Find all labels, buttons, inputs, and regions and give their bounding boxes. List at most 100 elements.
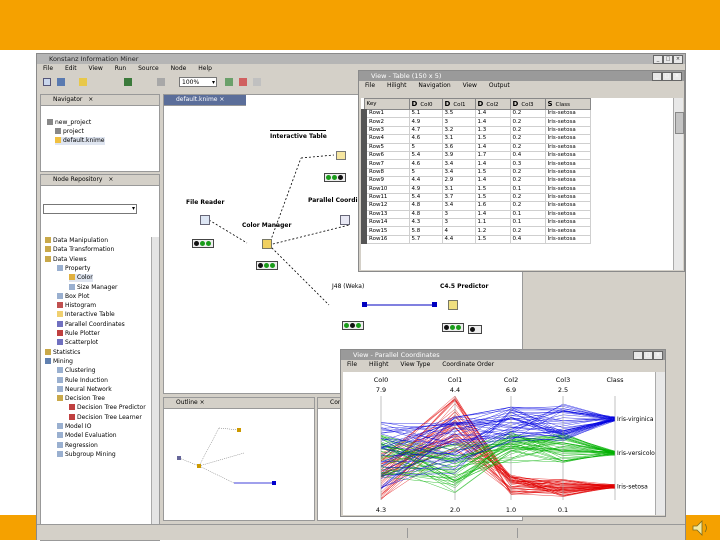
- repository-item[interactable]: Mining: [45, 357, 73, 366]
- maximize-button[interactable]: □: [643, 351, 653, 360]
- repository-item[interactable]: Data Manipulation: [45, 237, 108, 245]
- repository-item[interactable]: Statistics: [45, 348, 80, 357]
- nav-item-project[interactable]: project: [55, 128, 84, 136]
- repository-item[interactable]: Histogram: [57, 302, 96, 310]
- navigator-tab[interactable]: Navigator ×: [41, 95, 159, 106]
- table-column-header[interactable]: D Col0: [408, 98, 443, 110]
- menu-file[interactable]: File: [347, 361, 357, 368]
- undo-icon[interactable]: [157, 78, 165, 86]
- table-row[interactable]: Row9 4.4 2.9 1.4 0.2 Iris-setosa: [361, 176, 591, 186]
- repository-item[interactable]: Rule Plotter: [57, 330, 100, 338]
- repository-item[interactable]: Color: [69, 274, 93, 283]
- table-row[interactable]: Row10 4.9 3.1 1.5 0.1 Iris-setosa: [361, 184, 591, 194]
- table-row[interactable]: Row16 5.7 4.4 1.5 0.4 Iris-setosa: [361, 234, 591, 245]
- table-row[interactable]: Row4 4.6 3.1 1.5 0.2 Iris-setosa: [361, 134, 591, 144]
- repository-item[interactable]: Model IO: [57, 423, 91, 431]
- repository-item[interactable]: Parallel Coordinates: [57, 320, 125, 329]
- repository-item[interactable]: Interactive Table: [57, 311, 115, 319]
- cancel-icon[interactable]: [239, 78, 247, 86]
- plot-scrollbar[interactable]: [655, 372, 665, 515]
- node-interactive-table[interactable]: Interactive Table: [270, 130, 327, 140]
- node-predictor[interactable]: C4.5 Predictor: [440, 283, 488, 290]
- menu-node[interactable]: Node: [171, 65, 187, 72]
- parallel-coordinates-icon[interactable]: [340, 215, 350, 225]
- fit-icon[interactable]: [225, 78, 233, 86]
- nav-item-default-knime[interactable]: default.knime: [55, 137, 105, 145]
- repository-item[interactable]: Data Views: [45, 255, 87, 264]
- table-row[interactable]: Row5 5 3.6 1.4 0.2 Iris-setosa: [361, 142, 591, 152]
- run-icon[interactable]: [124, 78, 132, 86]
- open-icon[interactable]: [79, 78, 87, 86]
- repository-item[interactable]: Rule Induction: [57, 376, 108, 385]
- repository-item[interactable]: Property: [57, 264, 90, 273]
- node-file-reader[interactable]: File Reader: [186, 199, 224, 206]
- close-button[interactable]: ×: [653, 351, 663, 360]
- table-row[interactable]: Row6 5.4 3.9 1.7 0.4 Iris-setosa: [361, 150, 591, 161]
- nav-item-new-project[interactable]: new_project: [47, 119, 91, 127]
- repository-item[interactable]: Neural Network: [57, 385, 112, 394]
- menu-edit[interactable]: Edit: [65, 65, 77, 72]
- table-row[interactable]: Row15 5.8 4 1.2 0.2 Iris-setosa: [361, 226, 591, 236]
- minimize-button[interactable]: _: [633, 351, 643, 360]
- menu-file[interactable]: File: [365, 82, 375, 89]
- menu-view[interactable]: View: [463, 82, 477, 89]
- color-manager-icon[interactable]: [262, 239, 272, 249]
- table-column-header[interactable]: D Col3: [509, 98, 546, 110]
- reset-icon[interactable]: [253, 78, 261, 86]
- maximize-button[interactable]: □: [662, 72, 672, 81]
- minimize-button[interactable]: _: [652, 72, 662, 81]
- table-row[interactable]: Row3 4.7 3.2 1.3 0.2 Iris-setosa: [361, 125, 591, 136]
- table-row[interactable]: Row2 4.9 3 1.4 0.2 Iris-setosa: [361, 117, 591, 127]
- menu-file[interactable]: File: [43, 65, 53, 72]
- scrollbar-thumb[interactable]: [675, 112, 684, 134]
- menu-source[interactable]: Source: [138, 65, 159, 72]
- speaker-icon[interactable]: [685, 515, 720, 540]
- predictor-icon[interactable]: [448, 300, 458, 310]
- table-row[interactable]: Row8 5 3.4 1.5 0.2 Iris-setosa: [361, 167, 591, 178]
- repository-item[interactable]: Box Plot: [57, 292, 89, 301]
- table-row[interactable]: Row14 4.3 3 1.1 0.1 Iris-setosa: [361, 218, 591, 228]
- menu-coordinate-order[interactable]: Coordinate Order: [442, 361, 494, 368]
- repository-scrollbar[interactable]: [151, 237, 159, 537]
- table-row[interactable]: Row1 5.1 3.5 1.4 0.2 Iris-setosa: [361, 108, 591, 119]
- zoom-select[interactable]: 100% ▾: [179, 77, 217, 87]
- node-learner[interactable]: J48 (Weka): [332, 283, 364, 290]
- table-column-header[interactable]: S Class: [544, 98, 591, 110]
- repository-item[interactable]: Regression: [57, 441, 98, 450]
- repository-item[interactable]: Decision Tree Predictor: [69, 404, 146, 412]
- menu-hilight[interactable]: Hilight: [387, 82, 406, 89]
- repository-item[interactable]: Subgroup Mining: [57, 450, 116, 459]
- outline-tab[interactable]: Outline ×: [164, 398, 314, 409]
- maximize-button[interactable]: □: [663, 55, 673, 64]
- table-row[interactable]: Row13 4.8 3 1.4 0.1 Iris-setosa: [361, 209, 591, 220]
- minimize-button[interactable]: _: [653, 55, 663, 64]
- table-row[interactable]: Row7 4.6 3.4 1.4 0.3 Iris-setosa: [361, 159, 591, 169]
- repository-item[interactable]: Data Transformation: [45, 246, 114, 254]
- table-column-header[interactable]: D Col1: [441, 98, 476, 110]
- repository-item[interactable]: Scatterplot: [57, 339, 98, 347]
- repository-item[interactable]: Decision Tree Learner: [69, 413, 142, 422]
- node-color-manager[interactable]: Color Manager: [242, 222, 291, 229]
- table-node-icon[interactable]: [336, 151, 346, 160]
- close-button[interactable]: ×: [672, 72, 682, 81]
- close-button[interactable]: ×: [673, 55, 683, 64]
- repository-search-input[interactable]: ▾: [43, 204, 137, 214]
- menu-run[interactable]: Run: [115, 65, 127, 72]
- file-reader-icon[interactable]: [200, 215, 210, 225]
- menu-help[interactable]: Help: [198, 65, 212, 72]
- table-column-header[interactable]: D Col2: [474, 98, 511, 110]
- menu-navigation[interactable]: Navigation: [418, 82, 450, 89]
- node-repository-tab[interactable]: Node Repository ×: [41, 175, 159, 186]
- menu-hilight[interactable]: Hilight: [369, 361, 388, 368]
- table-row[interactable]: Row12 4.8 3.4 1.6 0.2 Iris-setosa: [361, 201, 591, 211]
- menu-output[interactable]: Output: [489, 82, 510, 89]
- save-icon[interactable]: [57, 78, 65, 86]
- table-scrollbar[interactable]: [673, 98, 684, 270]
- menu-view-type[interactable]: View Type: [400, 361, 430, 368]
- repository-item[interactable]: Decision Tree: [57, 395, 105, 403]
- table-row[interactable]: Row11 5.4 3.7 1.5 0.2 Iris-setosa: [361, 192, 591, 203]
- table-column-header[interactable]: Key: [363, 98, 410, 110]
- repository-item[interactable]: Clustering: [57, 367, 96, 375]
- menu-view[interactable]: View: [89, 65, 103, 72]
- repository-item[interactable]: Size Manager: [69, 283, 118, 292]
